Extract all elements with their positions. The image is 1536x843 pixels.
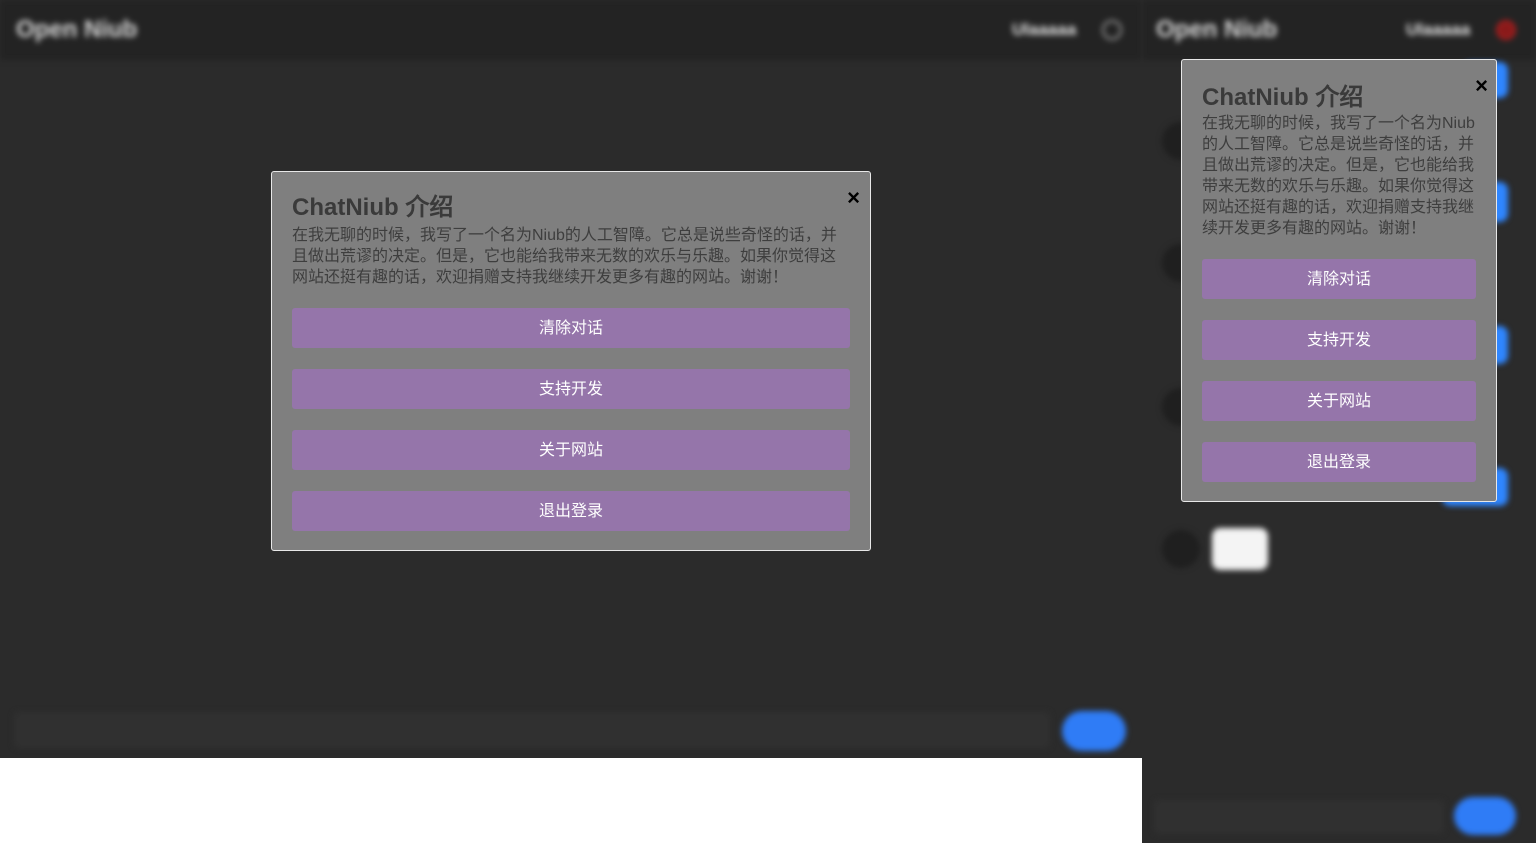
close-icon[interactable]: × (1475, 75, 1488, 97)
bot-avatar (1162, 530, 1200, 568)
logout-button[interactable]: 退出登录 (292, 491, 850, 531)
modal-description: 在我无聊的时候，我写了一个名为Niub的人工智障。它总是说些奇怪的话，并且做出荒… (1202, 115, 1475, 237)
support-dev-button[interactable]: 支持开发 (1202, 320, 1476, 360)
about-site-button[interactable]: 关于网站 (292, 430, 850, 470)
close-icon[interactable]: × (847, 187, 860, 209)
about-site-button[interactable]: 关于网站 (1202, 381, 1476, 421)
top-bar: Open Niub Ulaaaaa (0, 0, 1142, 60)
logout-button[interactable]: 退出登录 (1202, 442, 1476, 482)
clear-chat-button[interactable]: 清除对话 (292, 308, 850, 348)
mobile-brand-logo: Open Niub (1156, 16, 1278, 43)
bot-message-bubble (1212, 528, 1268, 570)
intro-modal: × ChatNiub 介绍 在我无聊的时候，我写了一个名为Niub的人工智障。它… (271, 171, 871, 551)
support-dev-button[interactable]: 支持开发 (292, 369, 850, 409)
mobile-user-circle-icon[interactable] (1496, 20, 1516, 40)
send-button[interactable] (1062, 711, 1126, 751)
brand-logo: Open Niub (16, 16, 138, 43)
mobile-username[interactable]: Ulaaaaa (1406, 20, 1470, 40)
mobile-top-bar: Open Niub Ulaaaaa (1142, 0, 1536, 60)
desktop-app: Open Niub Ulaaaaa × ChatNiub 介绍 在我无聊的时候，… (0, 0, 1142, 758)
modal-title: ChatNiub 介绍 (292, 194, 454, 221)
modal-description: 在我无聊的时候，我写了一个名为Niub的人工智障。它总是说些奇怪的话，并且做出荒… (292, 227, 837, 286)
clear-chat-button[interactable]: 清除对话 (1202, 259, 1476, 299)
user-circle-icon[interactable] (1102, 20, 1122, 40)
modal-title: ChatNiub 介绍 (1202, 84, 1364, 111)
mobile-send-button[interactable] (1454, 797, 1516, 835)
username[interactable]: Ulaaaaa (1012, 20, 1076, 40)
message-input[interactable] (14, 712, 1050, 748)
mobile-message-input[interactable] (1154, 800, 1444, 834)
mobile-intro-modal: × ChatNiub 介绍 在我无聊的时候，我写了一个名为Niub的人工智障。它… (1181, 59, 1497, 502)
